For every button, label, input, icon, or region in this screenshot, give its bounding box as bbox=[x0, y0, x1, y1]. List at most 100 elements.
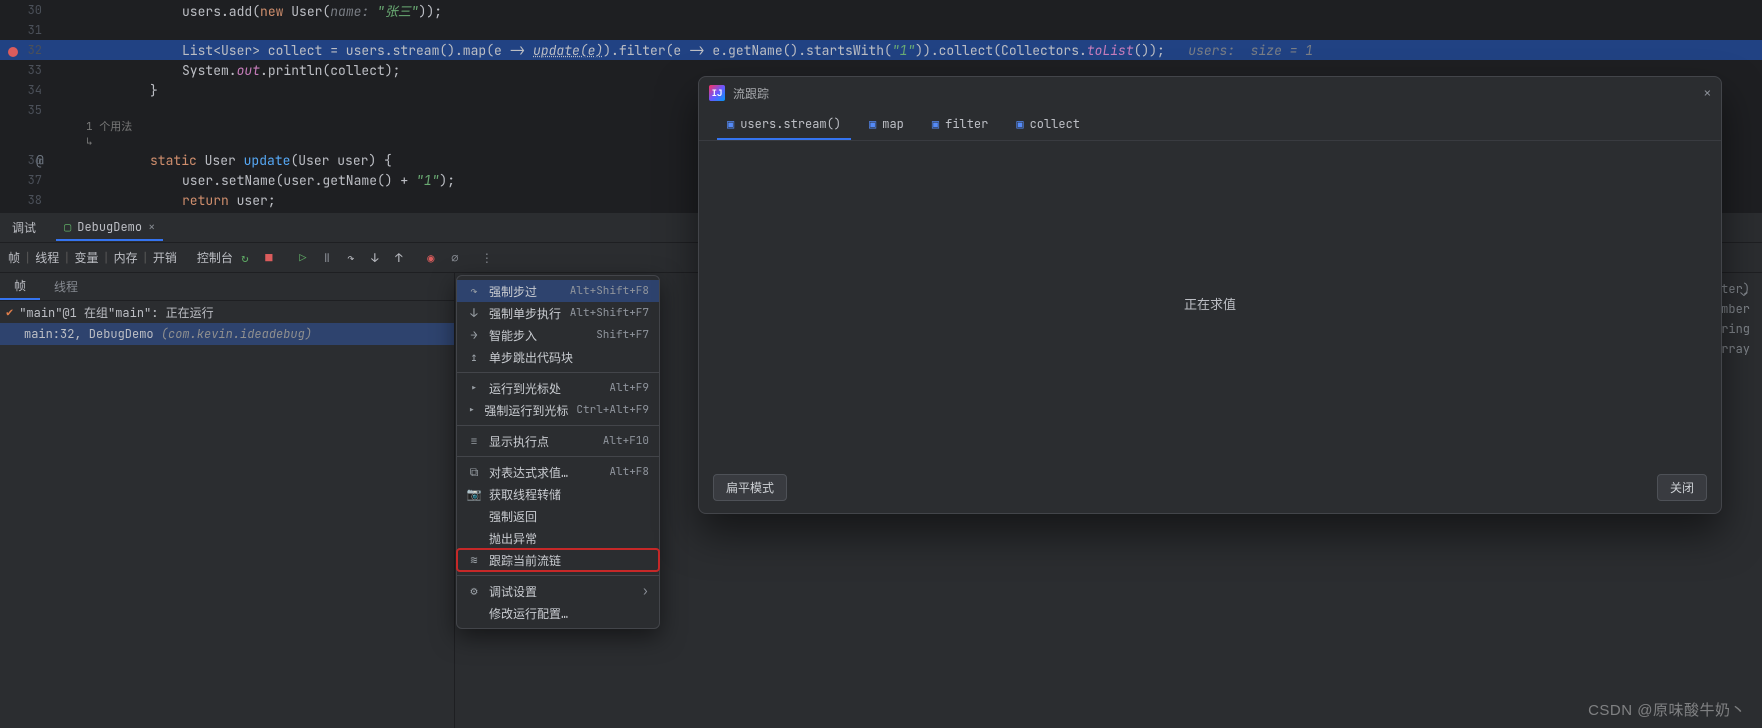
menu-item[interactable]: ≋跟踪当前流链 bbox=[457, 549, 659, 571]
menu-separator bbox=[457, 456, 659, 457]
stream-footer: 扁平模式 关闭 bbox=[699, 466, 1721, 513]
debug-run-config-tab[interactable]: ▢ DebugDemo × bbox=[56, 215, 163, 241]
stack-frame-row[interactable]: main:32, DebugDemo (com.kevin.ideadebug) bbox=[0, 323, 454, 345]
menu-item[interactable]: ⚙调试设置› bbox=[457, 580, 659, 602]
menu-item-label: 对表达式求值… bbox=[489, 464, 601, 481]
toolbar-memory-label[interactable]: 内存 bbox=[114, 249, 138, 266]
stream-tab-label: filter bbox=[945, 116, 988, 132]
step-out-icon[interactable]: ↑ bbox=[387, 246, 411, 270]
run-config-icon: ▢ bbox=[64, 219, 71, 235]
line-number[interactable]: 36 bbox=[0, 152, 52, 168]
line-number[interactable]: 33 bbox=[0, 62, 52, 78]
toolbar-frames-label[interactable]: 帧 bbox=[8, 249, 20, 266]
menu-item-label: 强制单步执行 bbox=[489, 305, 562, 322]
menu-separator bbox=[457, 575, 659, 576]
menu-item-label: 强制返回 bbox=[489, 508, 641, 525]
line-number[interactable]: 31 bbox=[0, 22, 52, 38]
submenu-arrow-icon: › bbox=[642, 583, 649, 599]
step-over-icon[interactable]: ↷ bbox=[339, 246, 363, 270]
force-step-into-icon: ↓ bbox=[467, 305, 481, 321]
tab-icon: ▣ bbox=[932, 116, 939, 132]
menu-item[interactable]: ▸运行到光标处Alt+F9 bbox=[457, 377, 659, 399]
menu-item[interactable]: → 智能步入 Shift+F7 bbox=[457, 324, 659, 346]
frames-panel: 帧 线程 ✔ "main"@1 在组"main": 正在运行 main:32, … bbox=[0, 273, 455, 728]
code-line[interactable]: 32List<User> collect = users.stream().ma… bbox=[0, 40, 1762, 60]
menu-item[interactable]: 📷获取线程转储 bbox=[457, 483, 659, 505]
rerun-icon[interactable]: ↻ bbox=[233, 246, 257, 270]
menu-item[interactable]: 强制返回 bbox=[457, 505, 659, 527]
popup-titlebar[interactable]: IJ 流跟踪 ✕ bbox=[699, 77, 1721, 109]
stream-tab-label: map bbox=[882, 116, 904, 132]
code-content[interactable]: return user; bbox=[52, 192, 276, 209]
menu-separator bbox=[457, 425, 659, 426]
close-icon[interactable]: ✕ bbox=[1704, 85, 1711, 101]
menu-item[interactable]: ↷强制步过Alt+Shift+F8 bbox=[457, 280, 659, 302]
menu-shortcut: Shift+F7 bbox=[596, 328, 649, 342]
run-config-name: DebugDemo bbox=[77, 219, 142, 235]
force-run-to-cursor-icon: ▸ bbox=[467, 402, 476, 418]
toolbar-threads-label[interactable]: 线程 bbox=[35, 249, 59, 266]
menu-item[interactable]: ↥单步跳出代码块 bbox=[457, 346, 659, 368]
menu-item-label: 强制运行到光标 bbox=[484, 402, 568, 419]
breakpoints-icon[interactable]: ◉ bbox=[419, 246, 443, 270]
smart-step-into-icon: → bbox=[467, 327, 481, 343]
menu-item[interactable]: ↓ 强制单步执行 Alt+Shift+F7 bbox=[457, 302, 659, 324]
chevron-down-icon[interactable]: ⌄ bbox=[1732, 280, 1756, 304]
code-content[interactable]: List<User> collect = users.stream().map(… bbox=[52, 42, 1313, 59]
stream-tab[interactable]: ▣ filter bbox=[922, 110, 998, 140]
stop-icon[interactable]: ■ bbox=[257, 246, 281, 270]
toolbar-vars-label[interactable]: 变量 bbox=[74, 249, 98, 266]
watermark: CSDN @原味酸牛奶丶 bbox=[1588, 699, 1746, 720]
code-content[interactable]: static User update(User user) { bbox=[52, 152, 392, 169]
code-content[interactable]: user.setName(user.getName() + "1"); bbox=[52, 172, 455, 189]
line-number[interactable]: 37 bbox=[0, 172, 52, 188]
settings-icon: ⚙ bbox=[467, 583, 481, 599]
pause-icon[interactable]: ∥ bbox=[315, 246, 339, 270]
code-line[interactable]: 31 bbox=[0, 20, 1762, 40]
close-tab-icon[interactable]: × bbox=[148, 219, 155, 235]
line-number[interactable]: 30 bbox=[0, 2, 52, 18]
menu-item[interactable]: ≡ 显示执行点 Alt+F10 bbox=[457, 430, 659, 452]
code-content[interactable]: System.out.println(collect); bbox=[52, 62, 400, 79]
breakpoint-icon[interactable] bbox=[4, 43, 22, 61]
thread-row[interactable]: ✔ "main"@1 在组"main": 正在运行 bbox=[0, 301, 454, 323]
flat-mode-button[interactable]: 扁平模式 bbox=[713, 474, 787, 501]
menu-shortcut: Alt+F10 bbox=[603, 434, 649, 448]
resume-icon[interactable]: ▷ bbox=[291, 246, 315, 270]
menu-shortcut: Alt+F9 bbox=[609, 381, 649, 395]
frames-tab-threads[interactable]: 线程 bbox=[40, 273, 92, 300]
toolbar-console-label[interactable]: 控制台 bbox=[197, 249, 233, 266]
stream-tab-label: collect bbox=[1030, 116, 1080, 132]
stream-tab[interactable]: ▣ collect bbox=[1006, 110, 1090, 140]
popup-title: 流跟踪 bbox=[733, 85, 1696, 102]
menu-item[interactable]: ▸强制运行到光标Ctrl+Alt+F9 bbox=[457, 399, 659, 421]
step-into-icon[interactable]: ↓ bbox=[363, 246, 387, 270]
menu-item[interactable]: 抛出异常 bbox=[457, 527, 659, 549]
menu-item-label: 智能步入 bbox=[489, 327, 588, 344]
code-content[interactable]: users.add(new User(name: "张三")); bbox=[52, 1, 442, 20]
code-content[interactable]: } bbox=[52, 82, 158, 99]
line-number[interactable]: 34 bbox=[0, 82, 52, 98]
stream-tab[interactable]: ▣users.stream() bbox=[717, 110, 851, 140]
line-number[interactable]: 38 bbox=[0, 192, 52, 208]
stream-trace-popup: IJ 流跟踪 ✕ ▣users.stream() ▣ map ▣ filter ▣ coll… bbox=[698, 76, 1722, 514]
show-exec-point-icon: ≡ bbox=[467, 433, 481, 449]
menu-item[interactable]: 修改运行配置… bbox=[457, 602, 659, 624]
debug-tab-title: 调试 bbox=[8, 219, 40, 236]
run-to-cursor-icon: ▸ bbox=[467, 380, 481, 396]
close-button[interactable]: 关闭 bbox=[1657, 474, 1707, 501]
tab-icon: ▣ bbox=[1016, 116, 1023, 132]
menu-item-label: 抛出异常 bbox=[489, 530, 641, 547]
menu-item[interactable]: ⧉对表达式求值…Alt+F8 bbox=[457, 461, 659, 483]
menu-item-label: 显示执行点 bbox=[489, 433, 595, 450]
override-gutter-icon[interactable]: @ bbox=[36, 152, 44, 169]
toolbar-overhead-label[interactable]: 开销 bbox=[153, 249, 177, 266]
stream-tab[interactable]: ▣ map bbox=[859, 110, 914, 140]
line-number[interactable]: 35 bbox=[0, 102, 52, 118]
frames-tab-frames[interactable]: 帧 bbox=[0, 273, 40, 300]
more-actions-icon[interactable]: ⋮ bbox=[475, 246, 499, 270]
tab-icon: ▣ bbox=[869, 116, 876, 132]
code-line[interactable]: 30users.add(new User(name: "张三")); bbox=[0, 0, 1762, 20]
menu-shortcut: Alt+Shift+F7 bbox=[570, 306, 649, 320]
mute-breakpoints-icon[interactable]: ⌀ bbox=[443, 246, 467, 270]
